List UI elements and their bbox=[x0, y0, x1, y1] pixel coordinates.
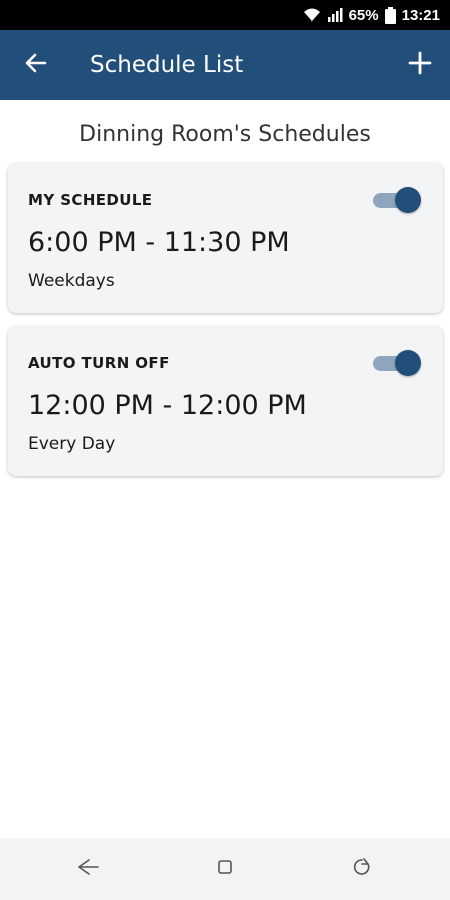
system-nav-bar bbox=[0, 838, 450, 900]
battery-icon bbox=[384, 6, 396, 24]
plus-icon bbox=[408, 51, 432, 80]
schedule-list-content: Dinning Room's Schedules MY SCHEDULE 6:0… bbox=[0, 100, 450, 838]
toggle-thumb bbox=[395, 350, 421, 376]
arrow-left-icon bbox=[24, 51, 48, 80]
page-title: Schedule List bbox=[90, 52, 244, 78]
schedule-time: 12:00 PM - 12:00 PM bbox=[28, 390, 307, 421]
nav-recents-button[interactable] bbox=[332, 844, 392, 894]
schedule-name: AUTO TURN OFF bbox=[28, 354, 170, 372]
add-schedule-button[interactable] bbox=[390, 30, 450, 100]
back-nav-icon bbox=[76, 857, 100, 882]
app-bar: Schedule List bbox=[0, 30, 450, 100]
toggle-thumb bbox=[395, 187, 421, 213]
back-button[interactable] bbox=[0, 30, 72, 100]
schedule-days: Every Day bbox=[28, 434, 116, 454]
schedule-name: MY SCHEDULE bbox=[28, 191, 153, 209]
nav-back-button[interactable] bbox=[58, 844, 118, 894]
schedule-days: Weekdays bbox=[28, 271, 115, 291]
home-nav-icon bbox=[216, 858, 234, 881]
signal-icon bbox=[327, 7, 343, 23]
svg-text:?: ? bbox=[310, 17, 313, 23]
schedule-card[interactable]: AUTO TURN OFF 12:00 PM - 12:00 PM Every … bbox=[8, 326, 443, 476]
status-time: 13:21 bbox=[401, 6, 440, 24]
wifi-icon: ? bbox=[303, 7, 321, 23]
schedule-toggle[interactable] bbox=[373, 350, 421, 376]
schedule-card[interactable]: MY SCHEDULE 6:00 PM - 11:30 PM Weekdays bbox=[8, 163, 443, 313]
nav-home-button[interactable] bbox=[195, 844, 255, 894]
room-schedules-title: Dinning Room's Schedules bbox=[79, 122, 371, 147]
schedule-time: 6:00 PM - 11:30 PM bbox=[28, 227, 290, 258]
schedule-toggle[interactable] bbox=[373, 187, 421, 213]
status-bar: ? 65% 13:21 bbox=[0, 0, 450, 30]
recents-nav-icon bbox=[352, 857, 372, 882]
battery-percent: 65% bbox=[348, 6, 379, 24]
